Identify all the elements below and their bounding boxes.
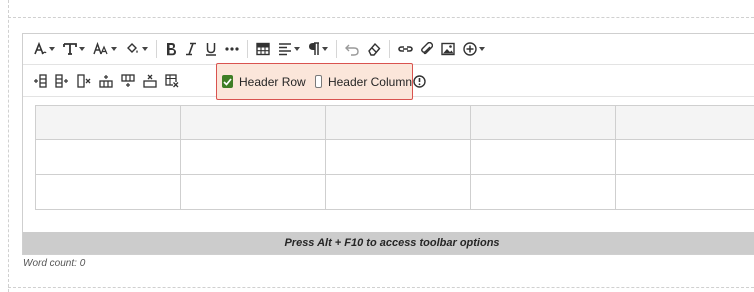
table-cell[interactable]: [325, 174, 471, 210]
toolbar-separator: [336, 40, 337, 58]
delete-table-button[interactable]: [161, 69, 183, 93]
checkmark-icon: [223, 77, 232, 86]
bottom-divider: [8, 287, 754, 288]
delete-table-icon: [165, 73, 179, 87]
table-cell[interactable]: [180, 174, 326, 210]
header-row-checkbox[interactable]: [222, 75, 233, 88]
insert-column-before-icon: [34, 73, 47, 88]
highlight-button[interactable]: [121, 37, 152, 61]
more-icon: [225, 47, 239, 51]
chevron-down-icon: [79, 47, 85, 51]
underline-button[interactable]: [201, 37, 221, 61]
table-cell[interactable]: [470, 139, 616, 175]
delete-column-icon: [77, 73, 91, 88]
toolbar-separator: [389, 40, 390, 58]
header-column-checkbox[interactable]: [314, 75, 322, 88]
table-cell[interactable]: [325, 105, 471, 140]
image-icon: [441, 42, 455, 56]
table-cell[interactable]: [325, 139, 471, 175]
chevron-down-icon: [479, 47, 485, 51]
more-formatting-button[interactable]: [221, 37, 243, 61]
paragraph-icon: [309, 42, 319, 55]
delete-row-icon: [143, 74, 157, 88]
table-cell[interactable]: [470, 105, 616, 140]
font-family-button[interactable]: [29, 37, 59, 61]
table-cell[interactable]: [470, 174, 616, 210]
table-cell[interactable]: [615, 105, 754, 140]
attach-icon: [421, 42, 433, 55]
main-toolbar: [23, 34, 754, 65]
insert-column-before-button[interactable]: [29, 69, 51, 93]
align-icon: [279, 43, 291, 56]
table-cell[interactable]: [180, 139, 326, 175]
content-table: [35, 105, 754, 210]
table-icon: [256, 42, 270, 56]
insert-row-above-button[interactable]: [95, 69, 117, 93]
table-info-icon: [413, 74, 426, 88]
add-content-button[interactable]: [459, 37, 489, 61]
insert-column-after-button[interactable]: [51, 69, 73, 93]
bold-icon: [167, 43, 176, 56]
chevron-down-icon: [142, 47, 148, 51]
undo-button[interactable]: [341, 37, 363, 61]
table-cell[interactable]: [35, 139, 181, 175]
table-cell[interactable]: [615, 139, 754, 175]
attach-button[interactable]: [417, 37, 437, 61]
insert-row-above-icon: [99, 74, 113, 88]
editor-content[interactable]: [23, 98, 754, 232]
header-column-label[interactable]: Header Column: [328, 75, 412, 89]
image-button[interactable]: [437, 37, 459, 61]
word-count: Word count: 0: [23, 258, 86, 269]
underline-icon: [206, 43, 216, 56]
text-style-button[interactable]: [89, 37, 121, 61]
table-row: [35, 174, 754, 210]
status-bar: Press Alt + F10 to access toolbar option…: [23, 232, 754, 254]
delete-row-button[interactable]: [139, 69, 161, 93]
table-cell[interactable]: [615, 174, 754, 210]
font-size-icon: [63, 43, 77, 55]
text-style-icon: [93, 42, 108, 55]
font-size-button[interactable]: [59, 37, 89, 61]
add-content-icon: [463, 42, 477, 56]
toolbar-separator: [156, 40, 157, 58]
chevron-down-icon: [49, 47, 55, 51]
align-button[interactable]: [274, 37, 304, 61]
table-header-options: Header Row Header Column: [216, 63, 413, 100]
chevron-down-icon: [322, 47, 328, 51]
font-family-icon: [34, 42, 47, 55]
table-info-button[interactable]: [409, 69, 430, 93]
delete-column-button[interactable]: [73, 69, 95, 93]
link-icon: [398, 46, 413, 52]
italic-icon: [186, 42, 196, 56]
paragraph-button[interactable]: [304, 37, 332, 61]
insert-column-after-icon: [55, 73, 68, 88]
table-cell[interactable]: [180, 105, 326, 140]
bold-button[interactable]: [161, 37, 181, 61]
undo-icon: [345, 44, 359, 56]
table-cell[interactable]: [35, 105, 181, 140]
eraser-icon: [368, 42, 381, 56]
rich-text-editor: Press Alt + F10 to access toolbar option…: [22, 33, 754, 255]
clear-formatting-button[interactable]: [363, 37, 385, 61]
table-row: [35, 139, 754, 175]
link-button[interactable]: [394, 37, 417, 61]
toolbar-separator: [247, 40, 248, 58]
header-row-label[interactable]: Header Row: [239, 75, 306, 89]
insert-row-below-icon: [121, 73, 135, 87]
insert-row-below-button[interactable]: [117, 69, 139, 93]
table-header-row: [35, 105, 754, 140]
table-button[interactable]: [252, 37, 274, 61]
highlight-icon: [127, 43, 138, 53]
italic-button[interactable]: [181, 37, 201, 61]
table-cell[interactable]: [35, 174, 181, 210]
top-divider: [8, 17, 754, 18]
chevron-down-icon: [111, 47, 117, 51]
status-bar-text: Press Alt + F10 to access toolbar option…: [284, 237, 500, 249]
left-divider: [8, 0, 9, 292]
chevron-down-icon: [294, 47, 300, 51]
